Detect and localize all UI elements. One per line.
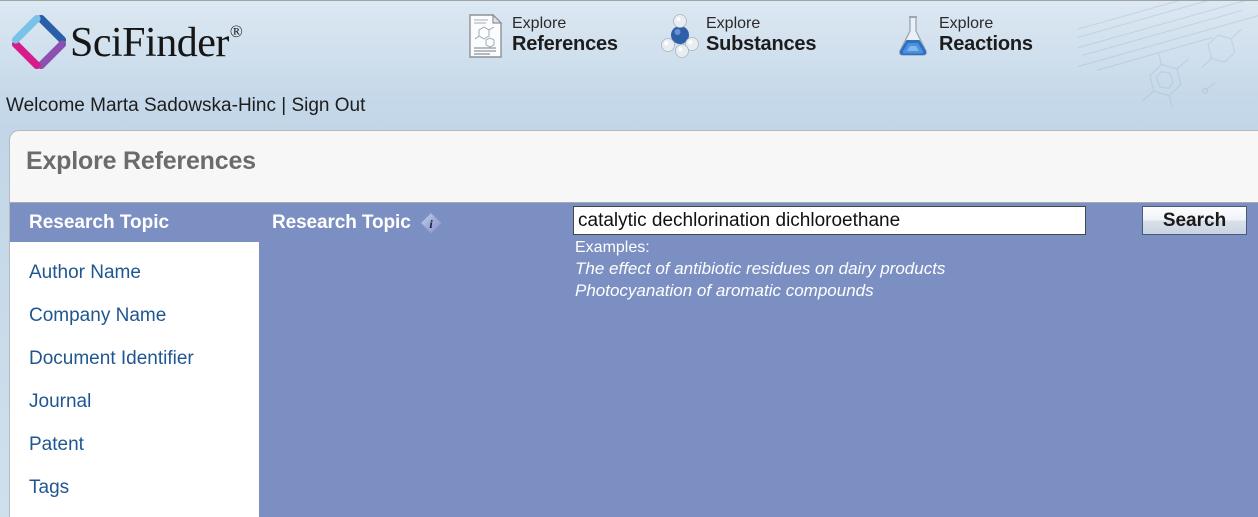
sidebar-item-label: Patent	[29, 433, 84, 455]
field-label-text: Research Topic	[272, 212, 411, 233]
nav-label-top: Explore	[939, 15, 994, 32]
brand-wordmark: SciFinder®	[70, 20, 243, 66]
example-text: Photocyanation of aromatic compounds	[575, 281, 874, 301]
sidebar-item-patent[interactable]: Patent	[10, 423, 259, 466]
nav-explore-references-text: Explore References	[512, 13, 618, 55]
sidebar-item-company-name[interactable]: Company Name	[10, 294, 259, 337]
research-topic-field-label: Research Topic i	[272, 212, 442, 234]
search-form-region: Research Topic Author Name Company Name …	[10, 202, 1258, 517]
sidebar-item-label: Company Name	[29, 304, 167, 326]
scifinder-diamond-logo-icon	[12, 15, 66, 69]
chemistry-watermark-graphic	[1078, 1, 1258, 108]
search-button[interactable]: Search	[1142, 206, 1247, 235]
research-topic-input[interactable]	[573, 206, 1086, 235]
sidebar-item-label: Document Identifier	[29, 347, 194, 369]
nav-explore-substances[interactable]: Explore Substances	[660, 13, 816, 59]
page-title: Explore References	[26, 147, 256, 175]
examples-heading: Examples:	[575, 239, 650, 256]
sidebar-item-label: Research Topic	[29, 211, 170, 233]
brand-logo[interactable]: SciFinder®	[12, 11, 243, 73]
sidebar-item-journal[interactable]: Journal	[10, 380, 259, 423]
nav-explore-reactions-text: Explore Reactions	[939, 13, 1033, 55]
sidebar-item-label: Tags	[29, 476, 70, 498]
welcome-text: Welcome Marta Sadowska-Hinc	[6, 95, 276, 116]
nav-label-bottom: Substances	[706, 32, 817, 55]
sidebar-item-label: Journal	[29, 390, 92, 412]
site-header: SciFinder® Explore References Explore Su…	[0, 0, 1258, 130]
nav-label-top: Explore	[512, 15, 567, 32]
nav-explore-references[interactable]: Explore References	[466, 13, 618, 59]
example-text: The effect of antibiotic residues on dai…	[575, 259, 946, 279]
nav-label-top: Explore	[706, 15, 761, 32]
left-rail	[0, 130, 9, 517]
welcome-bar: Welcome Marta Sadowska-Hinc | Sign Out	[6, 95, 365, 117]
sidebar-list: Author Name Company Name Document Identi…	[10, 242, 259, 517]
nav-explore-substances-text: Explore Substances	[706, 13, 816, 55]
nav-explore-reactions[interactable]: Explore Reactions	[893, 13, 1033, 59]
sidebar-item-tags[interactable]: Tags	[10, 466, 259, 509]
welcome-separator: |	[281, 95, 287, 116]
sidebar-item-research-topic[interactable]: Research Topic	[10, 203, 259, 242]
page-body: Explore References Research Topic Author…	[0, 130, 1258, 517]
nav-label-bottom: References	[512, 32, 618, 55]
flask-icon	[899, 16, 927, 56]
examples-block: Examples: The effect of antibiotic resid…	[575, 238, 945, 302]
info-diamond-icon[interactable]: i	[420, 212, 442, 234]
brand-name: SciFinder	[70, 20, 229, 66]
sidebar-item-document-identifier[interactable]: Document Identifier	[10, 337, 259, 380]
nav-label-bottom: Reactions	[939, 32, 1033, 55]
registered-mark: ®	[229, 22, 243, 41]
molecule-model-icon	[661, 14, 699, 58]
sidebar-item-author-name[interactable]: Author Name	[10, 251, 259, 294]
sign-out-link[interactable]: Sign Out	[291, 95, 365, 116]
sidebar-item-label: Author Name	[29, 261, 141, 283]
explore-references-panel: Explore References Research Topic Author…	[9, 130, 1258, 517]
document-structure-icon	[469, 13, 503, 58]
